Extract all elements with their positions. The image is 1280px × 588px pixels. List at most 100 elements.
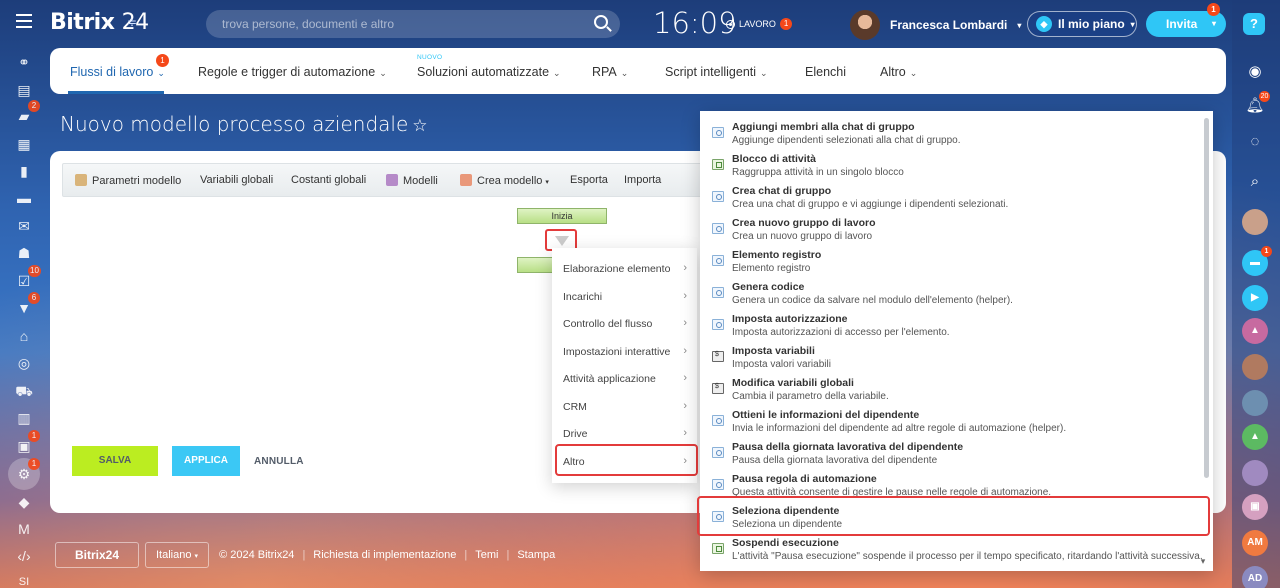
category-item[interactable]: Drive › <box>563 427 687 440</box>
sitemap-icon[interactable]: ⚭ <box>14 52 34 72</box>
work-badge: 1 <box>779 18 793 30</box>
cart-icon[interactable]: ⛟ <box>14 381 34 401</box>
user-initials-avatar[interactable]: AM <box>1242 530 1268 556</box>
tab-label: Altro <box>880 65 906 79</box>
activity-icon <box>712 415 724 426</box>
chevron-down-icon: ⌄ <box>553 68 561 78</box>
analytics-icon[interactable]: ▥ <box>14 408 34 428</box>
toolbar-label: Esporta <box>570 174 608 186</box>
menu-icon[interactable] <box>16 14 32 28</box>
tab-label: RPA <box>592 65 617 79</box>
footer-link-implementation[interactable]: Richiesta di implementazione <box>313 549 456 561</box>
video-icon[interactable]: ▶ <box>1242 285 1268 311</box>
m-icon[interactable]: M <box>14 519 34 539</box>
category-item[interactable]: Controllo del flusso › <box>563 317 687 330</box>
invite-button[interactable]: Invita ▾ 1 <box>1146 3 1226 37</box>
tab-rpa[interactable]: RPA ⌄ <box>592 65 628 79</box>
target-icon[interactable]: ◎ <box>14 353 34 373</box>
mail-icon[interactable]: ✉ <box>14 216 34 236</box>
import-button[interactable]: Importa <box>624 174 661 186</box>
star-icon[interactable]: ☆ <box>412 116 427 136</box>
footer-link-print[interactable]: Stampa <box>517 549 555 561</box>
search-bar[interactable]: trova persone, documenti e altro <box>206 10 620 38</box>
highlight-box <box>697 496 1210 536</box>
invite-badge: 1 <box>1207 3 1220 16</box>
save-button[interactable]: SALVA <box>72 446 158 476</box>
store-badge: 1 <box>28 430 40 442</box>
category-item[interactable]: Attività applicazione › <box>563 372 687 385</box>
plan-button[interactable]: ◆ Il mio piano ▾ <box>1027 11 1137 37</box>
chat-avatar[interactable]: ▬ 1 <box>1242 246 1272 276</box>
avatar <box>850 10 880 40</box>
category-label: CRM <box>563 401 587 413</box>
footer-logo[interactable]: Bitrix24 <box>55 542 139 568</box>
chat-icon[interactable]: ▰ 2 <box>14 100 40 126</box>
tab-badge: 1 <box>156 54 169 67</box>
news-icon[interactable]: ▤ <box>14 80 34 100</box>
tab-automation-rules[interactable]: Regole e trigger di automazione ⌄ <box>198 65 387 79</box>
create-model-button[interactable]: Crea modello ▾ <box>460 174 549 187</box>
template-params-button[interactable]: Parametri modello <box>75 174 181 187</box>
document-icon[interactable]: ▣ <box>1242 494 1268 520</box>
category-item[interactable]: Elaborazione elemento › <box>563 262 687 275</box>
tab-automated-solutions[interactable]: Soluzioni automatizzate ⌄ <box>417 65 561 79</box>
clock: 16:09 <box>653 6 737 40</box>
chevron-right-icon: › <box>683 345 687 357</box>
tab-smart-scripts[interactable]: Script intelligenti ⌄ <box>665 65 768 79</box>
search-input[interactable]: trova persone, documenti e altro <box>222 17 394 31</box>
calendar-icon[interactable]: ▦ <box>14 134 34 154</box>
contact-avatar[interactable] <box>1242 390 1268 416</box>
bank-icon[interactable]: ⌂ <box>14 326 34 346</box>
activity-icon <box>712 223 724 234</box>
group-icon[interactable]: ☗ <box>14 243 34 263</box>
cancel-button[interactable]: ANNULLA <box>254 456 304 467</box>
search-icon[interactable] <box>594 15 608 29</box>
apply-button[interactable]: APPLICA <box>172 446 240 476</box>
category-item[interactable]: CRM › <box>563 400 687 413</box>
tab-label: Soluzioni automatizzate <box>417 65 550 79</box>
user-menu[interactable]: Francesca Lombardi ▾ <box>850 10 1021 40</box>
tab-workflows[interactable]: Flussi di lavoro ⌄ <box>70 65 165 79</box>
pin-toggle-icon[interactable]: ≑ <box>127 15 137 29</box>
activity-description: Aggiunge dipendenti selezionati alla cha… <box>732 135 961 146</box>
code-icon[interactable]: ‹/› <box>14 546 34 566</box>
store-icon[interactable]: ▣ 1 <box>14 430 40 456</box>
drive-icon[interactable]: ▬ <box>14 188 34 208</box>
language-selector[interactable]: Italiano ▾ <box>145 542 210 568</box>
start-node[interactable]: Inizia <box>517 208 607 224</box>
tab-lists[interactable]: Elenchi <box>805 65 846 79</box>
global-consts-button[interactable]: Costanti globali <box>291 174 366 186</box>
si-icon[interactable]: SI <box>14 572 34 588</box>
box-icon[interactable]: ◆ <box>14 492 34 512</box>
tab-more[interactable]: Altro ⌄ <box>880 65 917 79</box>
variables-icon <box>712 383 724 394</box>
footer-link-themes[interactable]: Temi <box>475 549 498 561</box>
tasks-icon[interactable]: ☑ 10 <box>14 265 41 291</box>
activity-icon <box>712 127 724 138</box>
models-button[interactable]: Modelli <box>386 174 438 187</box>
user-initials-avatar[interactable]: AD <box>1242 566 1268 588</box>
bell-icon[interactable]: 🔔︎ 20 <box>1244 91 1270 117</box>
scroll-down-icon[interactable]: ▾ <box>1196 556 1210 568</box>
search-icon[interactable]: ⌕ <box>1244 171 1266 193</box>
export-button[interactable]: Esporta <box>570 174 608 186</box>
submenu-scrollbar[interactable] <box>1204 118 1209 478</box>
contact-avatar[interactable] <box>1242 460 1268 486</box>
filter-icon[interactable]: ▼ 6 <box>14 292 40 318</box>
automation-icon[interactable]: ⚙ 1 <box>14 458 40 484</box>
activity-title: Imposta autorizzazione <box>732 313 848 325</box>
contact-avatar[interactable] <box>1242 354 1268 380</box>
lock-icon[interactable]: ▲ <box>1242 318 1268 344</box>
global-vars-button[interactable]: Variabili globali <box>200 174 273 186</box>
category-item[interactable]: Incarichi › <box>563 290 687 303</box>
messenger-icon[interactable]: ◌ <box>1244 131 1266 153</box>
category-item[interactable]: Impostazioni interattive › <box>563 345 687 358</box>
activity-title: Pausa regola di automazione <box>732 473 877 485</box>
lock-icon[interactable]: ▲ <box>1242 424 1268 450</box>
document-icon[interactable]: ▮ <box>14 161 34 181</box>
end-node[interactable] <box>517 257 557 273</box>
help-icon[interactable]: ? <box>1243 13 1265 35</box>
work-status[interactable]: LAVORO 1 <box>726 18 793 30</box>
contact-avatar[interactable] <box>1242 209 1268 235</box>
copilot-icon[interactable]: ◉ <box>1244 61 1266 83</box>
